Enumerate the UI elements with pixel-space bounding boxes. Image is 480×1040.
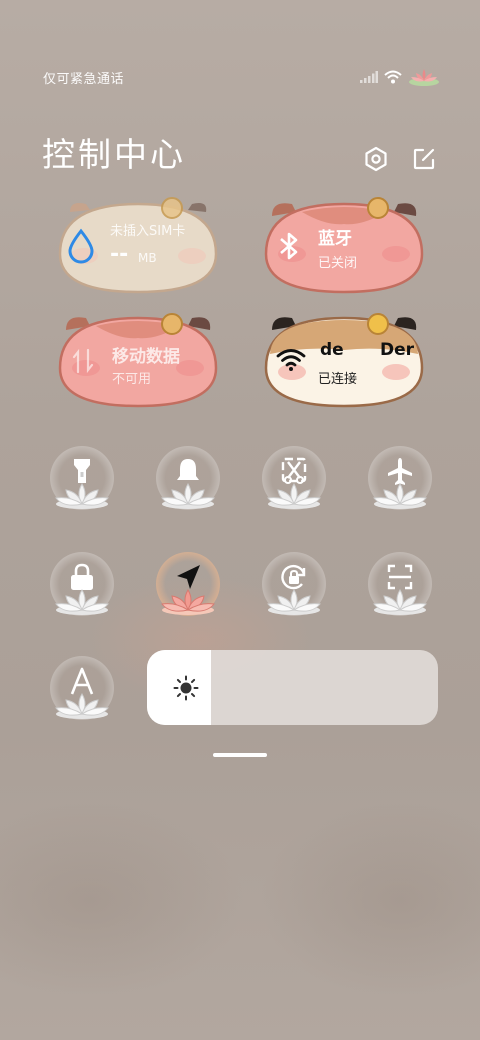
- lotus-icon: [373, 483, 427, 509]
- lotus-icon: [373, 589, 427, 615]
- lotus-icon: [55, 589, 109, 615]
- water-drop-icon: [68, 228, 94, 264]
- edit-button[interactable]: [410, 145, 438, 173]
- wifi-icon: [276, 349, 306, 371]
- settings-button[interactable]: [362, 145, 390, 173]
- sun-icon: [173, 675, 199, 701]
- page-title: 控制中心: [42, 135, 186, 174]
- rotation-lock-toggle[interactable]: [262, 552, 326, 616]
- lotus-icon: [267, 483, 321, 509]
- wifi-network-name: de: [320, 340, 344, 360]
- lock-toggle[interactable]: [50, 552, 114, 616]
- wifi-tile[interactable]: de Der 已连接: [262, 310, 424, 410]
- sim-status-label: 未插入SIM卡: [110, 224, 186, 239]
- signal-icon: [360, 71, 378, 83]
- wifi-status: 已连接: [318, 372, 358, 387]
- location-toggle[interactable]: [156, 552, 220, 616]
- mobile-data-status: 不可用: [112, 372, 152, 387]
- wifi-network-name-suffix: Der: [380, 340, 415, 360]
- brightness-slider[interactable]: [147, 650, 438, 725]
- lotus-icon: [55, 483, 109, 509]
- bluetooth-icon: [280, 232, 298, 260]
- lotus-icon: [161, 483, 215, 509]
- flashlight-toggle[interactable]: [50, 446, 114, 510]
- home-indicator[interactable]: [213, 753, 267, 757]
- bluetooth-status: 已关闭: [318, 256, 358, 271]
- mobile-data-tile[interactable]: 移动数据 不可用: [56, 310, 218, 410]
- screenshot-toggle[interactable]: [262, 446, 326, 510]
- data-usage-unit: MB: [138, 251, 157, 265]
- font-toggle[interactable]: [50, 656, 114, 720]
- bell-toggle[interactable]: [156, 446, 220, 510]
- status-icons: [360, 67, 440, 87]
- mobile-data-arrows-icon: [72, 348, 94, 374]
- status-bar: 仅可紧急通话: [43, 66, 440, 88]
- lotus-icon: [55, 693, 109, 719]
- carrier-text: 仅可紧急通话: [43, 71, 125, 87]
- lotus-icon-active: [161, 589, 215, 615]
- data-usage-value: --: [110, 242, 129, 267]
- data-usage-tile[interactable]: 未插入SIM卡 -- MB: [56, 196, 218, 296]
- bluetooth-label: 蓝牙: [318, 229, 352, 249]
- battery-lotus-icon: [409, 69, 439, 86]
- lotus-icon: [267, 589, 321, 615]
- edit-icon: [413, 148, 435, 170]
- mobile-data-label: 移动数据: [112, 347, 180, 367]
- scan-toggle[interactable]: [368, 552, 432, 616]
- bluetooth-tile[interactable]: 蓝牙 已关闭: [262, 196, 424, 296]
- wifi-icon: [384, 70, 402, 84]
- settings-hexagon-icon: [365, 146, 387, 172]
- airplane-toggle[interactable]: [368, 446, 432, 510]
